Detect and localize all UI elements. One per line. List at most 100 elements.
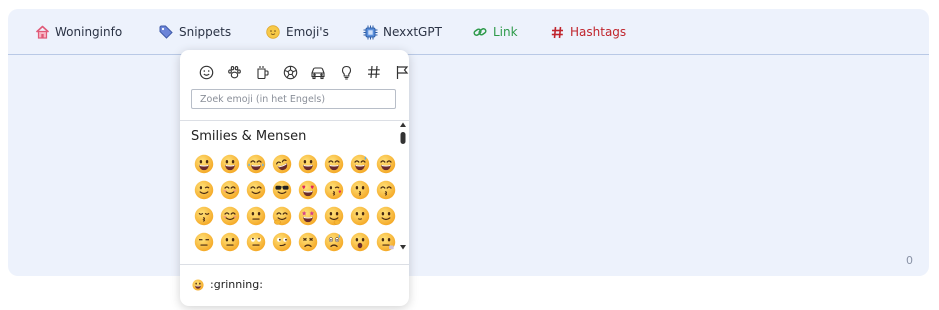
scroll-down-icon [400, 245, 406, 250]
emoji-item[interactable] [295, 229, 321, 255]
emoji-face-icon [220, 180, 240, 200]
emoji-face-icon [194, 154, 214, 174]
emoji-face-icon [324, 206, 344, 226]
chip-icon [362, 24, 378, 40]
preview-label: :grinning: [210, 278, 263, 291]
emoji-face-icon [350, 206, 370, 226]
emoji-item[interactable] [321, 203, 347, 229]
category-flags-icon[interactable] [388, 63, 409, 81]
scrollbar-thumb [400, 132, 406, 144]
emojis-label: Emoji's [286, 25, 329, 39]
emoji-item[interactable] [373, 229, 399, 255]
emoji-face-icon [376, 232, 396, 252]
hash-icon [549, 24, 565, 40]
emoji-face-icon [246, 206, 266, 226]
emoji-face-icon [246, 180, 266, 200]
emoji-face-icon [350, 180, 370, 200]
emoji-item[interactable] [269, 229, 295, 255]
emoji-face-icon [376, 206, 396, 226]
category-activity-icon[interactable] [276, 63, 304, 81]
emoji-picker: Smilies & Mensen :grinning: [180, 50, 409, 306]
emoji-face-icon [272, 180, 292, 200]
section-title: Smilies & Mensen [191, 129, 307, 144]
emoji-face-icon [272, 232, 292, 252]
emoji-item[interactable] [295, 177, 321, 203]
emoji-item[interactable] [347, 151, 373, 177]
emoji-item[interactable] [321, 177, 347, 203]
emoji-search-input[interactable] [191, 89, 396, 109]
emoji-face-icon [324, 232, 344, 252]
emoji-list-scrollbar[interactable] [398, 121, 408, 251]
emoji-face-icon [350, 154, 370, 174]
emojis-button[interactable]: Emoji's [265, 22, 329, 42]
nexxtgpt-label: NexxtGPT [383, 25, 442, 39]
editor-panel[interactable]: Woninginfo Snippets Emoji's NexxtGPT Lin… [8, 9, 929, 276]
emoji-face-icon [298, 154, 318, 174]
emoji-item[interactable] [295, 203, 321, 229]
category-food-icon[interactable] [248, 63, 276, 81]
emoji-item[interactable] [217, 151, 243, 177]
emoji-item[interactable] [191, 151, 217, 177]
emoji-item[interactable] [347, 229, 373, 255]
emoji-item[interactable] [295, 151, 321, 177]
emoji-face-icon [376, 154, 396, 174]
emoji-face-icon [246, 232, 266, 252]
category-travel-icon[interactable] [304, 63, 332, 81]
emoji-face-icon [298, 232, 318, 252]
category-smileys-icon[interactable] [192, 63, 220, 81]
emoji-face-icon [194, 206, 214, 226]
character-counter: 0 [906, 254, 913, 267]
link-label: Link [493, 25, 518, 39]
emoji-face-icon [272, 154, 292, 174]
emoji-item[interactable] [217, 203, 243, 229]
snippets-label: Snippets [179, 25, 232, 39]
emoji-item[interactable] [243, 151, 269, 177]
emoji-item[interactable] [191, 177, 217, 203]
hashtags-label: Hashtags [570, 25, 627, 39]
emoji-item[interactable] [269, 151, 295, 177]
scroll-up-icon [400, 122, 406, 127]
link-button[interactable]: Link [472, 22, 518, 42]
nexxtgpt-button[interactable]: NexxtGPT [362, 22, 442, 42]
emoji-item[interactable] [347, 203, 373, 229]
emoji-list[interactable]: Smilies & Mensen [180, 121, 409, 264]
emoji-item[interactable] [269, 177, 295, 203]
emoji-face-icon [350, 232, 370, 252]
emoji-preview: :grinning: [192, 278, 263, 291]
snippets-button[interactable]: Snippets [158, 22, 231, 42]
editor-toolbar: Woninginfo Snippets Emoji's NexxtGPT Lin… [8, 9, 929, 55]
tag-icon [158, 24, 174, 40]
emoji-item[interactable] [321, 151, 347, 177]
link-icon [472, 24, 488, 40]
woninginfo-label: Woninginfo [55, 25, 123, 39]
emoji-item[interactable] [243, 229, 269, 255]
emoji-item[interactable] [321, 229, 347, 255]
emoji-item[interactable] [191, 203, 217, 229]
emoji-item[interactable] [243, 203, 269, 229]
emoji-item[interactable] [217, 229, 243, 255]
emoji-item[interactable] [269, 203, 295, 229]
emoji-face-icon [246, 154, 266, 174]
emoji-grid [191, 151, 401, 255]
emoji-face-icon [194, 180, 214, 200]
emoji-category-tabs [192, 63, 409, 81]
emoji-item[interactable] [373, 203, 399, 229]
emoji-face-icon [324, 154, 344, 174]
emoji-face-icon [194, 232, 214, 252]
category-symbols-icon[interactable] [360, 63, 388, 81]
emoji-item[interactable] [217, 177, 243, 203]
emoji-face-icon [272, 206, 292, 226]
smiley-icon [265, 24, 281, 40]
category-objects-icon[interactable] [332, 63, 360, 81]
hashtags-button[interactable]: Hashtags [549, 22, 626, 42]
emoji-item[interactable] [373, 151, 399, 177]
woninginfo-button[interactable]: Woninginfo [34, 22, 122, 42]
emoji-face-icon [376, 180, 396, 200]
emoji-item[interactable] [243, 177, 269, 203]
category-animals-icon[interactable] [220, 63, 248, 81]
emoji-item[interactable] [347, 177, 373, 203]
emoji-face-icon [220, 232, 240, 252]
emoji-item[interactable] [191, 229, 217, 255]
emoji-item[interactable] [373, 177, 399, 203]
emoji-face-icon [298, 206, 318, 226]
